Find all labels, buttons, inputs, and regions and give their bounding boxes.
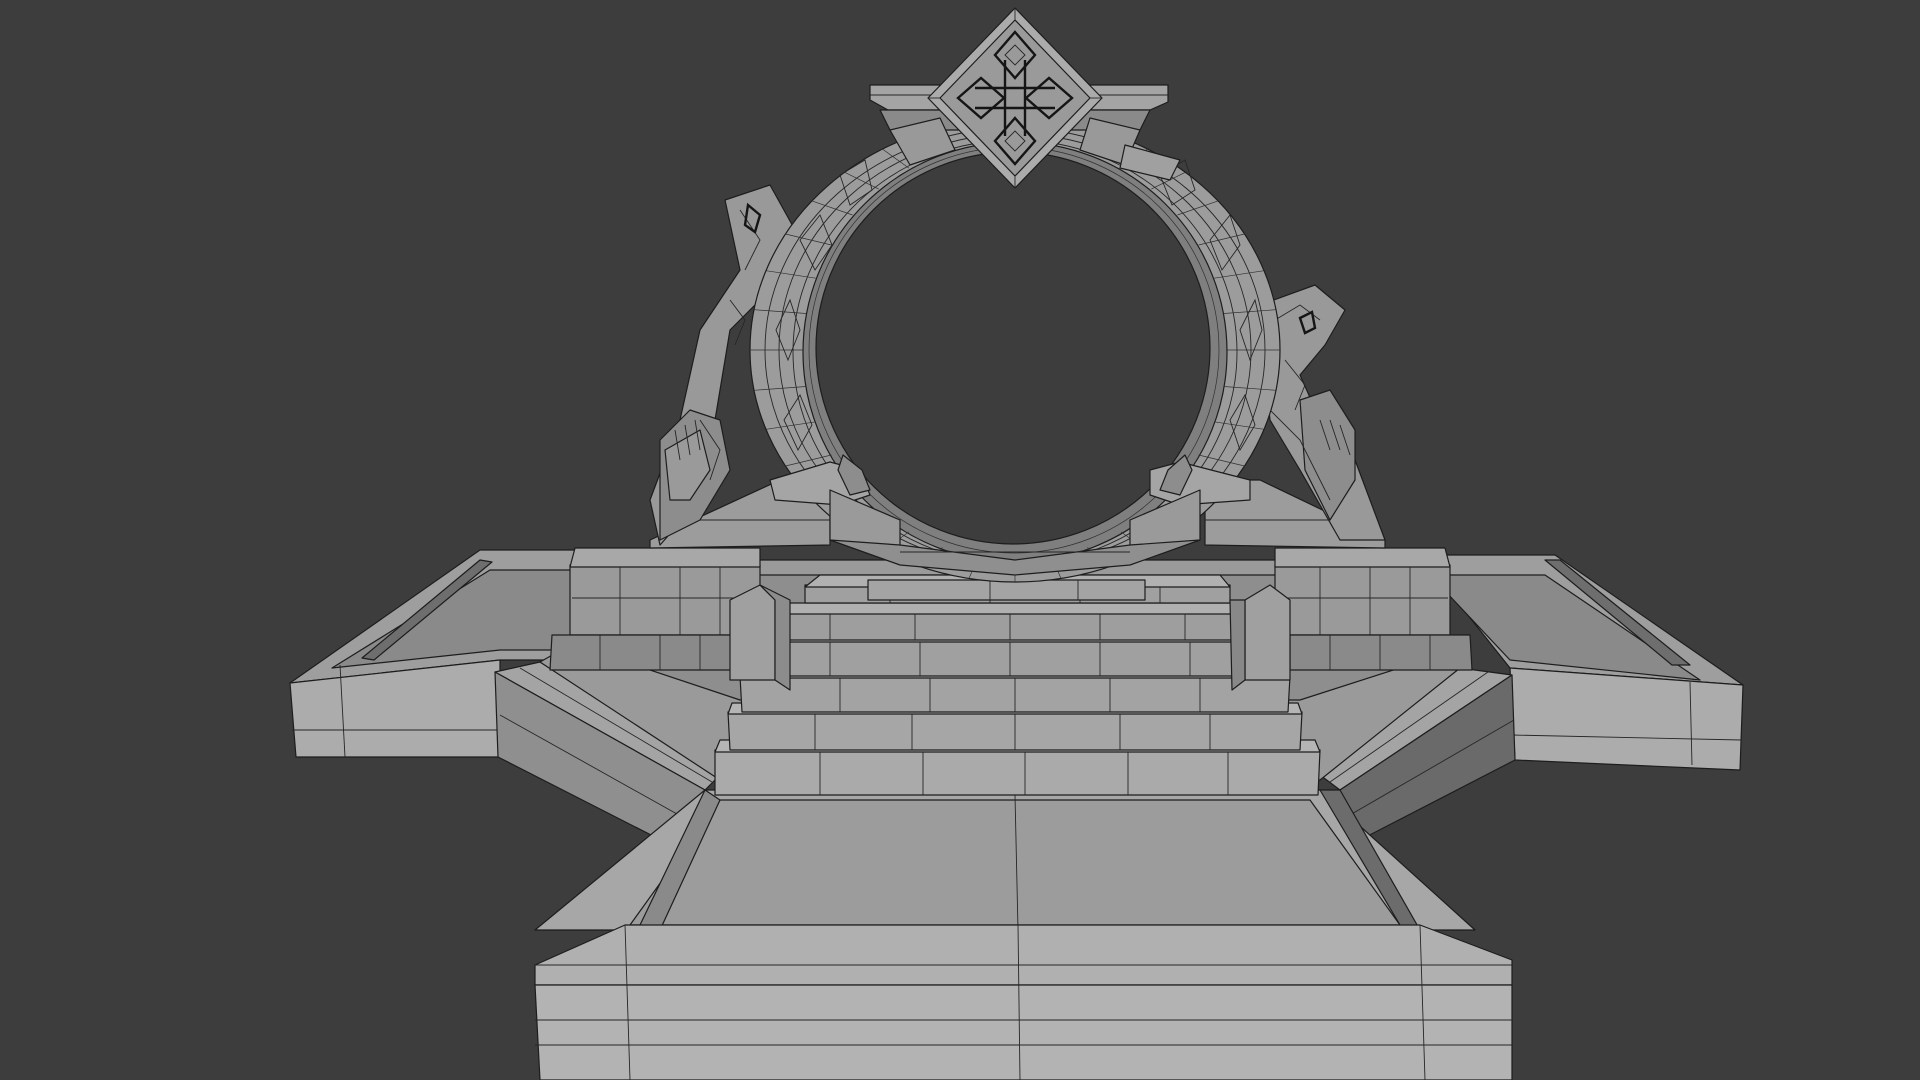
portal-mesh-scene[interactable] [0,0,1920,1080]
front-platform[interactable] [534,789,1513,1080]
central-stairs[interactable] [714,574,1321,796]
left-stair-block[interactable] [549,547,791,691]
3d-viewport[interactable] [0,0,1920,1080]
